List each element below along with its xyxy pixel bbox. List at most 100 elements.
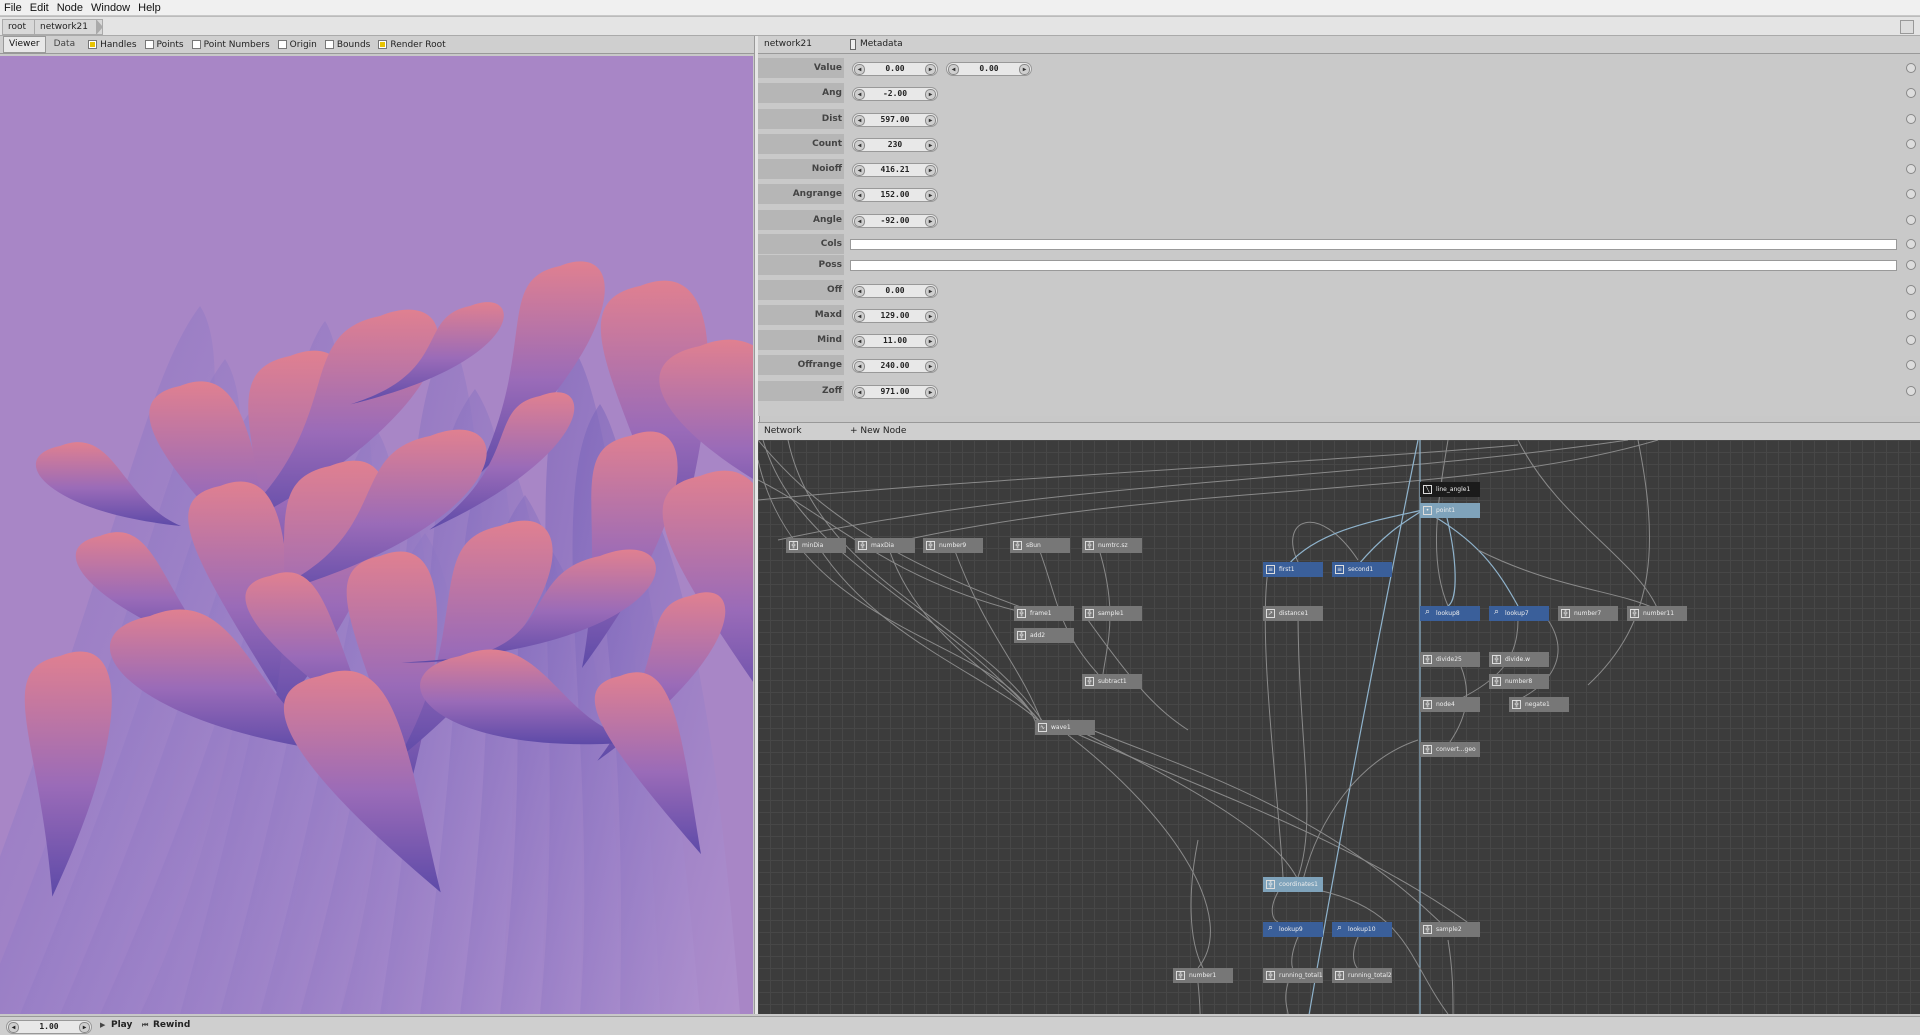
network-node[interactable]: ╬ number7	[1558, 606, 1618, 621]
param-number-field[interactable]: 971.00	[852, 385, 938, 399]
network-node[interactable]: ╬ add2	[1014, 628, 1074, 643]
network-node[interactable]: ⌕ lookup8	[1420, 606, 1480, 621]
param-number-field[interactable]: 11.00	[852, 334, 938, 348]
param-menu-icon[interactable]	[1906, 114, 1916, 124]
option-origin[interactable]: Origin	[277, 40, 317, 50]
network-wire	[1077, 729, 1299, 881]
network-node[interactable]: ╬ convert...geo	[1420, 742, 1480, 757]
rewind-button[interactable]: ⏮ Rewind	[142, 1020, 190, 1030]
param-menu-icon[interactable]	[1906, 164, 1916, 174]
checkbox-origin[interactable]	[277, 40, 287, 49]
param-number-field[interactable]: 129.00	[852, 309, 938, 323]
param-number-field[interactable]: -2.00	[852, 87, 938, 101]
network-node[interactable]: ≡ first1	[1263, 562, 1323, 577]
checkbox-points[interactable]	[144, 40, 154, 49]
network-node[interactable]: ╬ running_total1	[1263, 968, 1323, 983]
tab-viewer[interactable]: Viewer	[3, 36, 46, 53]
network-node[interactable]: ╬ divide25	[1420, 652, 1480, 667]
network-node[interactable]: ╬ sample2	[1420, 922, 1480, 937]
menu-edit[interactable]: Edit	[26, 2, 53, 14]
breadcrumb-network21[interactable]: network21	[34, 19, 104, 35]
param-menu-icon[interactable]	[1906, 386, 1916, 396]
grid-icon: ╬	[1492, 677, 1501, 686]
network-node[interactable]: • point1	[1420, 503, 1480, 518]
network-node[interactable]: ⌕ lookup10	[1332, 922, 1392, 937]
frame-stepper[interactable]: 1.00	[6, 1020, 92, 1034]
param-text-field[interactable]	[850, 260, 1897, 271]
param-number-field[interactable]: 0.00	[946, 62, 1032, 76]
checkbox-point-numbers[interactable]	[191, 40, 201, 49]
param-number-field[interactable]: 230	[852, 138, 938, 152]
param-row-angle: Angle -92.00	[758, 210, 1920, 230]
param-menu-icon[interactable]	[1906, 139, 1916, 149]
tab-data[interactable]: Data	[49, 37, 81, 52]
param-text-field[interactable]	[850, 239, 1897, 250]
param-number-field[interactable]: 597.00	[852, 113, 938, 127]
network-node[interactable]: ╬ running_total2	[1332, 968, 1392, 983]
network-node[interactable]: ╬ subtract1	[1082, 674, 1142, 689]
param-menu-icon[interactable]	[1906, 189, 1916, 199]
menu-window[interactable]: Window	[87, 2, 134, 14]
network-node[interactable]: ∿ wave1	[1035, 720, 1095, 735]
network-node[interactable]: ╬ maxDia	[855, 538, 915, 553]
network-node[interactable]: ╬ coordinates1	[1263, 877, 1323, 892]
network-node[interactable]: ╬ minDia	[786, 538, 846, 553]
menu-node[interactable]: Node	[53, 2, 87, 14]
network-node[interactable]: ╬ sample1	[1082, 606, 1142, 621]
network-node[interactable]: ╬ divide.w	[1489, 652, 1549, 667]
network-node[interactable]: ╬ negate1	[1509, 697, 1569, 712]
param-menu-icon[interactable]	[1906, 335, 1916, 345]
window-restore-icon[interactable]	[1900, 20, 1914, 34]
param-number-field[interactable]: 0.00	[852, 62, 938, 76]
param-menu-icon[interactable]	[1906, 360, 1916, 370]
play-icon: ▶	[100, 1021, 106, 1029]
param-menu-icon[interactable]	[1906, 285, 1916, 295]
param-number-field[interactable]: 240.00	[852, 359, 938, 373]
param-number-field[interactable]: 0.00	[852, 284, 938, 298]
network-node[interactable]: ≡ second1	[1332, 562, 1392, 577]
checkbox-bounds[interactable]	[324, 40, 334, 49]
network-node[interactable]: ╬ number8	[1489, 674, 1549, 689]
network-node[interactable]: ⌕ lookup9	[1263, 922, 1323, 937]
network-node[interactable]: ╬ number1	[1173, 968, 1233, 983]
param-menu-icon[interactable]	[1906, 260, 1916, 270]
network-node[interactable]: ╲ line_angle1	[1420, 482, 1480, 497]
option-bounds[interactable]: Bounds	[324, 40, 370, 50]
network-node[interactable]: ╬ frame1	[1014, 606, 1074, 621]
option-points[interactable]: Points	[144, 40, 184, 50]
network-wire	[787, 440, 1046, 726]
new-node-button[interactable]: + New Node	[850, 426, 906, 436]
option-render-root[interactable]: Render Root	[378, 40, 446, 50]
param-number-field[interactable]: -92.00	[852, 214, 938, 228]
param-menu-icon[interactable]	[1906, 88, 1916, 98]
checkbox-handles[interactable]	[88, 40, 98, 49]
network-node[interactable]: ↗ distance1	[1263, 606, 1323, 621]
network-node[interactable]: ╬ number11	[1627, 606, 1687, 621]
network-node[interactable]: ╬ sBun	[1010, 538, 1070, 553]
network-node[interactable]: ╬ number9	[923, 538, 983, 553]
param-number-field[interactable]: 416.21	[852, 163, 938, 177]
param-menu-icon[interactable]	[1906, 215, 1916, 225]
param-menu-icon[interactable]	[1906, 310, 1916, 320]
option-point-numbers[interactable]: Point Numbers	[191, 40, 270, 50]
network-editor[interactable]: ╬ minDia ╬ maxDia ╬ number9 ╬ sBun ╬ numtrc.sz ╲ li…	[758, 440, 1920, 1014]
play-button[interactable]: ▶ Play	[100, 1020, 132, 1030]
metadata-button[interactable]: Metadata	[850, 39, 903, 50]
network-node[interactable]: ╬ node4	[1420, 697, 1480, 712]
param-number-field[interactable]: 152.00	[852, 188, 938, 202]
grid-icon: ╬	[1085, 541, 1094, 550]
param-label: Cols	[758, 234, 844, 254]
param-menu-icon[interactable]	[1906, 239, 1916, 249]
checkbox-render-root[interactable]	[378, 40, 388, 49]
network-wire	[1067, 734, 1211, 969]
search-icon: ⌕	[1493, 607, 1500, 617]
network-node[interactable]: ⌕ lookup7	[1489, 606, 1549, 621]
viewer-canvas[interactable]	[0, 56, 753, 1014]
network-node[interactable]: ╬ numtrc.sz	[1082, 538, 1142, 553]
grid-icon: ╬	[1176, 971, 1185, 980]
param-menu-icon[interactable]	[1906, 63, 1916, 73]
menu-help[interactable]: Help	[134, 2, 165, 14]
option-handles[interactable]: Handles	[88, 40, 137, 50]
menu-file[interactable]: File	[0, 2, 26, 14]
network-node-label: sBun	[1026, 542, 1041, 549]
